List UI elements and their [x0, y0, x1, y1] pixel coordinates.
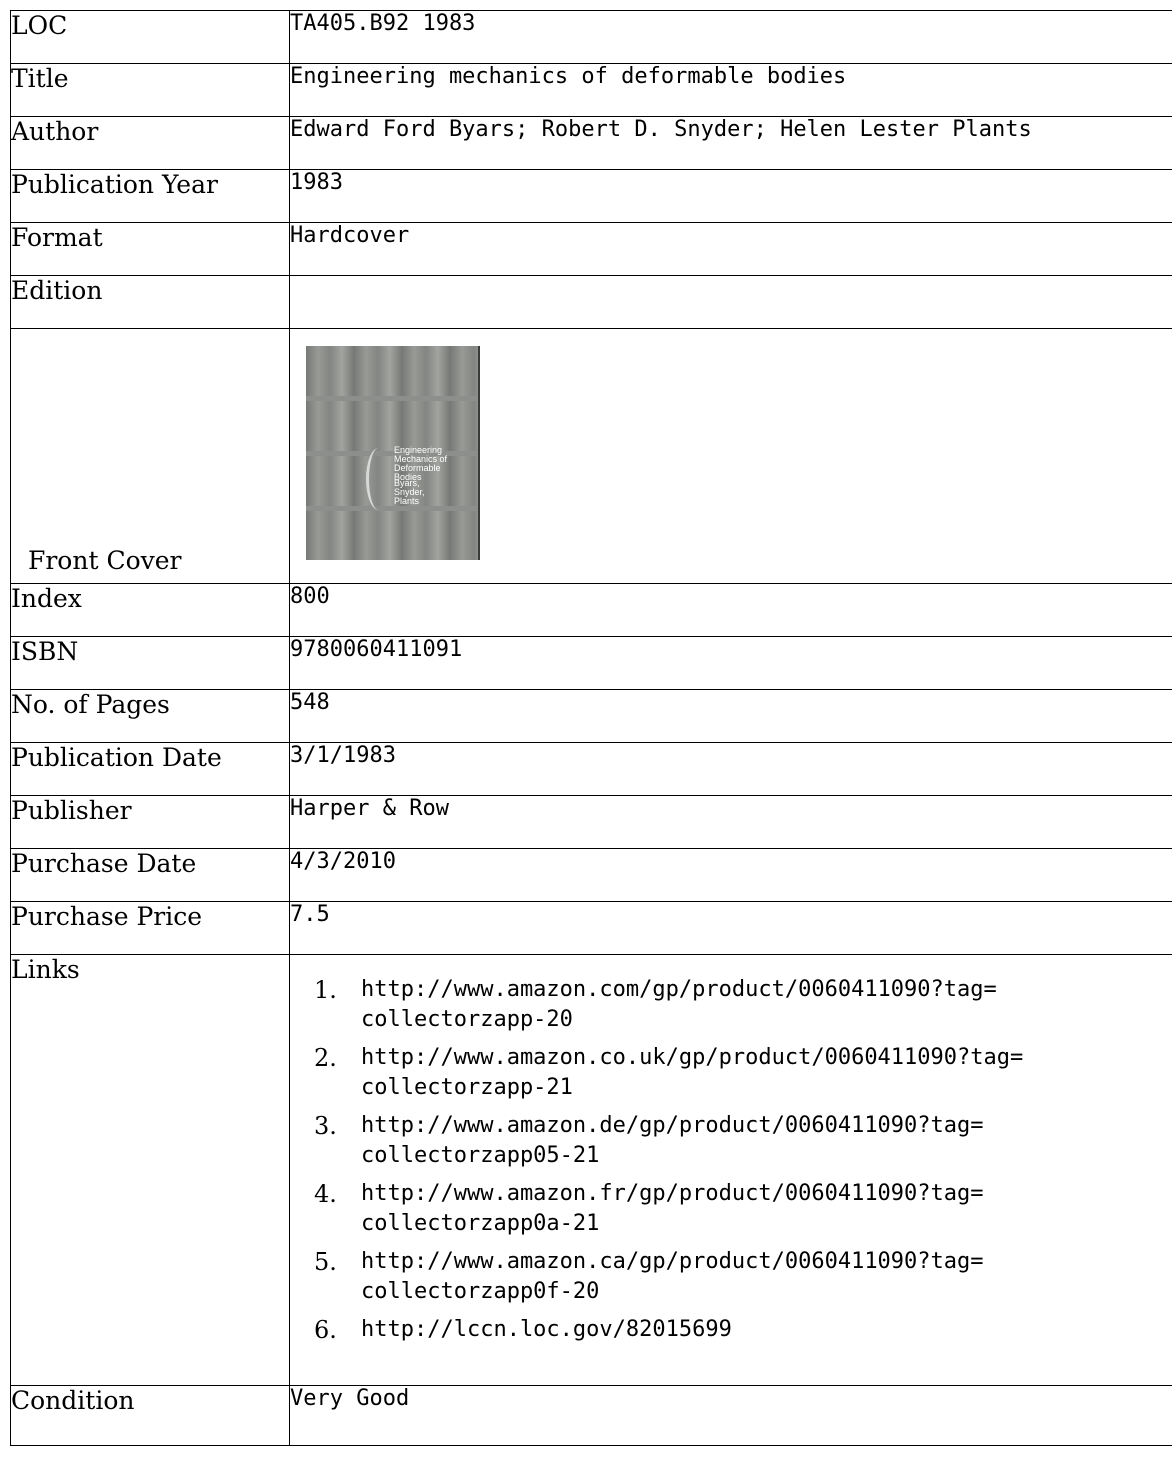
edition-value — [289, 275, 1172, 329]
loc-label: LOC — [10, 10, 290, 64]
row-loc: LOC TA405.B92 1983 — [10, 10, 1172, 64]
publication-year-label: Publication Year — [10, 169, 290, 223]
row-edition: Edition — [10, 275, 1172, 329]
links-cell: 1. http://www.amazon.com/gp/product/00604… — [289, 954, 1172, 1386]
format-value: Hardcover — [289, 222, 1172, 276]
condition-value: Very Good — [289, 1385, 1172, 1446]
row-publication-date: Publication Date 3/1/1983 — [10, 742, 1172, 796]
front-cover-cell: Engineering Mechanics of Deformable Bodi… — [289, 328, 1172, 584]
row-title: Title Engineering mechanics of deformabl… — [10, 63, 1172, 117]
row-index: Index 800 — [10, 583, 1172, 637]
link-url[interactable]: http://www.amazon.co.uk/gp/product/00604… — [361, 1045, 1023, 1100]
publisher-label: Publisher — [10, 795, 290, 849]
condition-label: Condition — [10, 1385, 290, 1446]
link-item[interactable]: 2. http://www.amazon.co.uk/gp/product/006… — [314, 1043, 1172, 1103]
row-links: Links 1. http://www.amazon.com/gp/product… — [10, 954, 1172, 1386]
link-url[interactable]: http://www.amazon.fr/gp/product/00604110… — [361, 1181, 984, 1236]
link-url[interactable]: http://www.amazon.ca/gp/product/00604110… — [361, 1249, 984, 1304]
cover-title-text: Engineering Mechanics of Deformable Bodi… — [394, 445, 448, 482]
row-pages: No. of Pages 548 — [10, 689, 1172, 743]
edition-label: Edition — [10, 275, 290, 329]
publication-year-value: 1983 — [289, 169, 1172, 223]
book-record-table: LOC TA405.B92 1983 Title Engineering mec… — [10, 10, 1172, 1446]
title-label: Title — [10, 63, 290, 117]
author-value: Edward Ford Byars; Robert D. Snyder; Hel… — [289, 116, 1172, 170]
link-url[interactable]: http://www.amazon.de/gp/product/00604110… — [361, 1113, 984, 1168]
purchase-price-value: 7.5 — [289, 901, 1172, 955]
title-value: Engineering mechanics of deformable bodi… — [289, 63, 1172, 117]
front-cover-image: Engineering Mechanics of Deformable Bodi… — [306, 346, 480, 560]
cover-arc — [366, 448, 391, 510]
purchase-date-value: 4/3/2010 — [289, 848, 1172, 902]
links-label: Links — [10, 954, 290, 1386]
link-number: 5. — [314, 1248, 337, 1276]
link-number: 4. — [314, 1180, 337, 1208]
row-author: Author Edward Ford Byars; Robert D. Snyd… — [10, 116, 1172, 170]
cover-authors-text: Byars, Snyder, Plants — [394, 478, 425, 506]
isbn-value: 9780060411091 — [289, 636, 1172, 690]
front-cover-label: Front Cover — [10, 328, 290, 584]
pages-value: 548 — [289, 689, 1172, 743]
row-condition: Condition Very Good — [10, 1385, 1172, 1446]
link-url[interactable]: http://www.amazon.com/gp/product/0060411… — [361, 977, 997, 1032]
cover-stripe — [306, 456, 478, 506]
link-number: 1. — [314, 976, 337, 1004]
cover-stripe — [306, 511, 478, 560]
index-label: Index — [10, 583, 290, 637]
publication-date-label: Publication Date — [10, 742, 290, 796]
link-item[interactable]: 4. http://www.amazon.fr/gp/product/006041… — [314, 1179, 1172, 1239]
row-front-cover: Front Cover Engineering Mechanics of Def… — [10, 328, 1172, 584]
row-publication-year: Publication Year 1983 — [10, 169, 1172, 223]
link-url[interactable]: http://lccn.loc.gov/82015699 — [361, 1317, 732, 1342]
row-format: Format Hardcover — [10, 222, 1172, 276]
link-item[interactable]: 3. http://www.amazon.de/gp/product/006041… — [314, 1111, 1172, 1171]
row-purchase-price: Purchase Price 7.5 — [10, 901, 1172, 955]
link-item[interactable]: 1. http://www.amazon.com/gp/product/00604… — [314, 975, 1172, 1035]
row-publisher: Publisher Harper & Row — [10, 795, 1172, 849]
link-number: 6. — [314, 1316, 337, 1344]
purchase-price-label: Purchase Price — [10, 901, 290, 955]
index-value: 800 — [289, 583, 1172, 637]
cover-stripe — [306, 401, 478, 451]
publisher-value: Harper & Row — [289, 795, 1172, 849]
purchase-date-label: Purchase Date — [10, 848, 290, 902]
link-item[interactable]: 5. http://www.amazon.ca/gp/product/006041… — [314, 1247, 1172, 1307]
format-label: Format — [10, 222, 290, 276]
pages-label: No. of Pages — [10, 689, 290, 743]
cover-stripe — [306, 346, 478, 396]
row-isbn: ISBN 9780060411091 — [10, 636, 1172, 690]
link-item[interactable]: 6. http://lccn.loc.gov/82015699 — [314, 1315, 1172, 1345]
link-number: 3. — [314, 1112, 337, 1140]
row-purchase-date: Purchase Date 4/3/2010 — [10, 848, 1172, 902]
author-label: Author — [10, 116, 290, 170]
loc-value: TA405.B92 1983 — [289, 10, 1172, 64]
links-list: 1. http://www.amazon.com/gp/product/00604… — [290, 975, 1172, 1345]
isbn-label: ISBN — [10, 636, 290, 690]
link-number: 2. — [314, 1044, 337, 1072]
publication-date-value: 3/1/1983 — [289, 742, 1172, 796]
